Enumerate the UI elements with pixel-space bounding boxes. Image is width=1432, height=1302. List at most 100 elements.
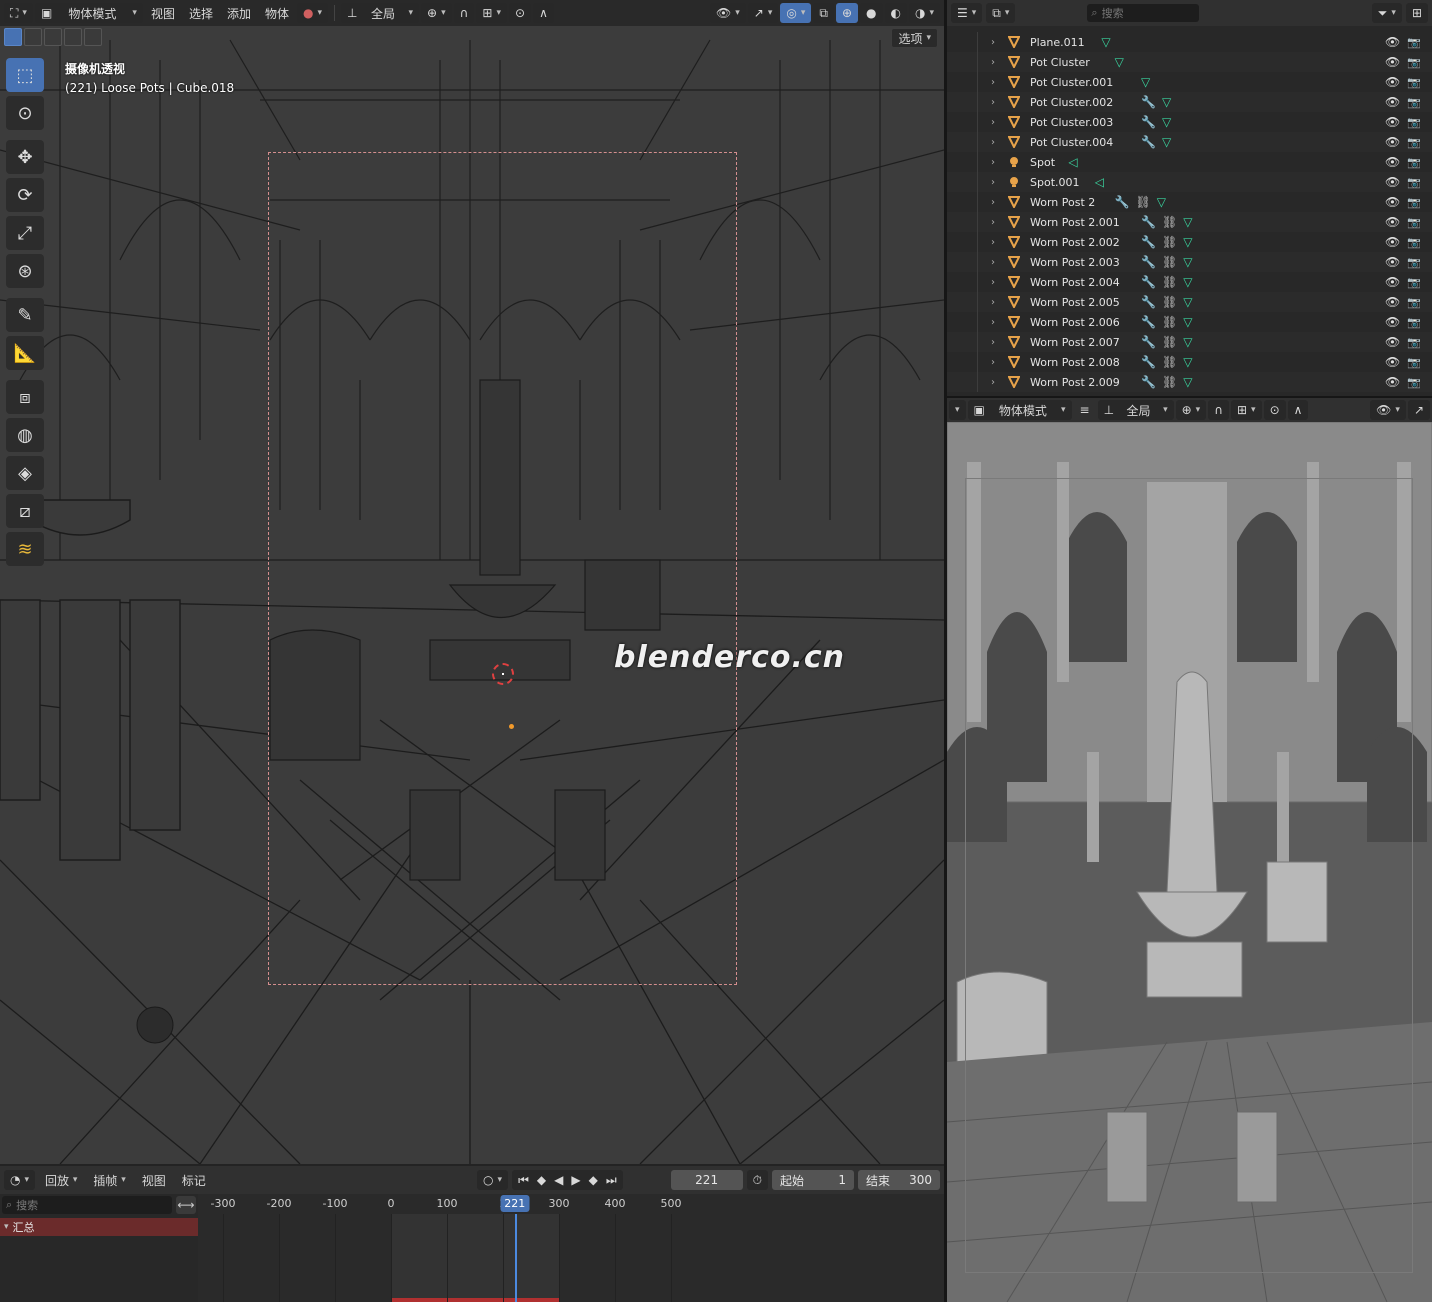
filter-dropdown[interactable]: ⏷ ▾ <box>1371 3 1402 23</box>
camera-render-icon[interactable]: 📷 <box>1407 356 1421 369</box>
mesh-data-icon[interactable]: ▽ <box>1141 75 1150 89</box>
wrench-icon[interactable]: 🔧 <box>1141 235 1156 249</box>
annotate-tool[interactable]: ✎ <box>6 298 44 332</box>
orientation-dropdown[interactable]: ⊥ 全局 ▾ <box>1097 400 1174 420</box>
editor-type-button[interactable]: ▾ <box>949 400 966 420</box>
next-keyframe-icon[interactable]: ◆ <box>589 1173 598 1187</box>
mesh-data-icon[interactable]: ▽ <box>1101 35 1110 49</box>
jump-end-icon[interactable]: ⏭ <box>606 1173 617 1188</box>
prev-keyframe-icon[interactable]: ◆ <box>537 1173 546 1187</box>
mesh-data-icon[interactable]: ▽ <box>1162 135 1171 149</box>
shading-material[interactable]: ◐ <box>884 3 907 23</box>
snap-tool[interactable]: ◈ <box>6 456 44 490</box>
snap-target-dropdown[interactable]: ⊞ ▾ <box>476 3 507 23</box>
mesh-data-icon[interactable]: ▽ <box>1183 335 1192 349</box>
3d-cursor-icon[interactable] <box>492 663 514 685</box>
expand-chevron-icon[interactable]: › <box>991 317 995 328</box>
overlay-toggle[interactable]: ◎ ▾ <box>780 3 812 23</box>
expand-chevron-icon[interactable]: › <box>991 237 995 248</box>
expand-chevron-icon[interactable]: › <box>991 257 995 268</box>
preview-range-toggle[interactable]: ⏱ <box>746 1170 768 1190</box>
editor-type-button[interactable]: ⛶ ▾ <box>4 3 33 23</box>
eye-icon[interactable]: 👁 <box>1385 55 1400 69</box>
outliner-row[interactable]: › Worn Post 2.002 🔧 ⛓ ▽ 👁 📷 <box>947 232 1432 252</box>
light-data-icon[interactable]: ◁ <box>1068 155 1077 169</box>
visibility-dropdown[interactable]: 👁 ▾ <box>710 3 746 23</box>
outliner-row[interactable]: › Worn Post 2.007 🔧 ⛓ ▽ 👁 📷 <box>947 332 1432 352</box>
camera-render-icon[interactable]: 📷 <box>1407 196 1421 209</box>
light-data-icon[interactable]: ◁ <box>1095 175 1104 189</box>
mode-dropdown[interactable]: ▣ 物体模式 ▾ <box>34 3 143 23</box>
outliner-row[interactable]: › Spot.001 ◁ 👁 📷 <box>947 172 1432 192</box>
playhead-line[interactable] <box>514 1214 517 1302</box>
select-box-tool[interactable]: ⬚ <box>6 58 44 92</box>
expand-chevron-icon[interactable]: › <box>991 197 995 208</box>
constraint-icon[interactable]: ⛓ <box>1162 295 1177 309</box>
visibility-dropdown[interactable]: 👁 ▾ <box>1370 400 1406 420</box>
camera-render-icon[interactable]: 📷 <box>1407 336 1421 349</box>
rotate-tool[interactable]: ⟳ <box>6 178 44 212</box>
sculpt-ball-tool[interactable]: ◍ <box>6 418 44 452</box>
select-subtract-button[interactable] <box>44 28 62 46</box>
snap-toggle[interactable]: ∩ <box>1208 400 1229 420</box>
end-frame-field[interactable]: 结束 300 <box>858 1170 940 1190</box>
outliner-row[interactable]: › Spot ◁ 👁 📷 <box>947 152 1432 172</box>
proportional-edit-toggle[interactable]: ⊙ <box>1263 400 1286 420</box>
expand-chevron-icon[interactable]: › <box>991 177 995 188</box>
menu-view[interactable]: 视图 <box>136 1170 172 1190</box>
mesh-data-icon[interactable]: ▽ <box>1162 115 1171 129</box>
menu-playback[interactable]: 回放 ▾ <box>39 1170 83 1190</box>
camera-render-icon[interactable]: 📷 <box>1407 376 1421 389</box>
eye-icon[interactable]: 👁 <box>1385 255 1400 269</box>
wrench-icon[interactable]: 🔧 <box>1141 335 1156 349</box>
menu-view[interactable]: 视图 <box>145 3 181 23</box>
constraint-icon[interactable]: ⛓ <box>1162 275 1177 289</box>
expand-chevron-icon[interactable]: › <box>991 77 995 88</box>
eye-icon[interactable]: 👁 <box>1385 135 1400 149</box>
orientation-dropdown[interactable]: ⊥ 全局 ▾ <box>341 3 420 23</box>
outliner-row[interactable]: › Worn Post 2.006 🔧 ⛓ ▽ 👁 📷 <box>947 312 1432 332</box>
bake-button[interactable]: ● ▾ <box>297 3 329 23</box>
camera-render-icon[interactable]: 📷 <box>1407 36 1421 49</box>
expand-chevron-icon[interactable]: › <box>991 117 995 128</box>
outliner-row[interactable]: › Worn Post 2 🔧 ⛓ ▽ 👁 📷 <box>947 192 1432 212</box>
summary-channel[interactable]: ▾ 汇总 <box>0 1218 198 1236</box>
xray-toggle[interactable]: ⧉ <box>813 3 834 23</box>
pivot-dropdown[interactable]: ⊕ ▾ <box>1175 400 1207 420</box>
playhead-frame-label[interactable]: 221 <box>500 1195 530 1212</box>
eye-icon[interactable]: 👁 <box>1385 355 1400 369</box>
gizmo-dropdown[interactable]: ↗ ▾ <box>747 3 779 23</box>
menu-keying[interactable]: 插帧 ▾ <box>87 1170 131 1190</box>
camera-render-icon[interactable]: 📷 <box>1407 236 1421 249</box>
eye-icon[interactable]: 👁 <box>1385 235 1400 249</box>
outliner-row[interactable]: › Pot Cluster.004 🔧 ▽ 👁 📷 <box>947 132 1432 152</box>
camera-render-icon[interactable]: 📷 <box>1407 176 1421 189</box>
expand-chevron-icon[interactable]: › <box>991 37 995 48</box>
outliner-row[interactable]: › Worn Post 2.009 🔧 ⛓ ▽ 👁 📷 <box>947 372 1432 392</box>
camera-render-icon[interactable]: 📷 <box>1407 136 1421 149</box>
snap-target-dropdown[interactable]: ⊞ ▾ <box>1230 400 1262 420</box>
display-mode-dropdown[interactable]: ⧉ ▾ <box>986 3 1016 23</box>
shading-rendered[interactable]: ◑ ▾ <box>908 3 940 23</box>
eye-icon[interactable]: 👁 <box>1385 295 1400 309</box>
constraint-icon[interactable]: ⛓ <box>1162 335 1177 349</box>
measure-tool[interactable]: 📐 <box>6 336 44 370</box>
shading-wireframe[interactable]: ⊕ <box>835 3 859 23</box>
eye-icon[interactable]: 👁 <box>1385 35 1400 49</box>
constraint-icon[interactable]: ⛓ <box>1162 235 1177 249</box>
eye-icon[interactable]: 👁 <box>1385 215 1400 229</box>
eye-icon[interactable]: 👁 <box>1385 95 1400 109</box>
expand-chevron-icon[interactable]: › <box>991 377 995 388</box>
mesh-data-icon[interactable]: ▽ <box>1183 295 1192 309</box>
camera-render-icon[interactable]: 📷 <box>1407 296 1421 309</box>
menu-select[interactable]: 选择 <box>183 3 219 23</box>
camera-render-icon[interactable]: 📷 <box>1407 276 1421 289</box>
eye-icon[interactable]: 👁 <box>1385 275 1400 289</box>
grease-pencil-tool[interactable]: ≋ <box>6 532 44 566</box>
wrench-icon[interactable]: 🔧 <box>1115 195 1130 209</box>
editor-type-button[interactable]: ◔ ▾ <box>4 1170 36 1190</box>
expand-chevron-icon[interactable]: › <box>991 337 995 348</box>
wrench-icon[interactable]: 🔧 <box>1141 135 1156 149</box>
constraint-icon[interactable]: ⛓ <box>1162 315 1177 329</box>
select-invert-button[interactable] <box>64 28 82 46</box>
